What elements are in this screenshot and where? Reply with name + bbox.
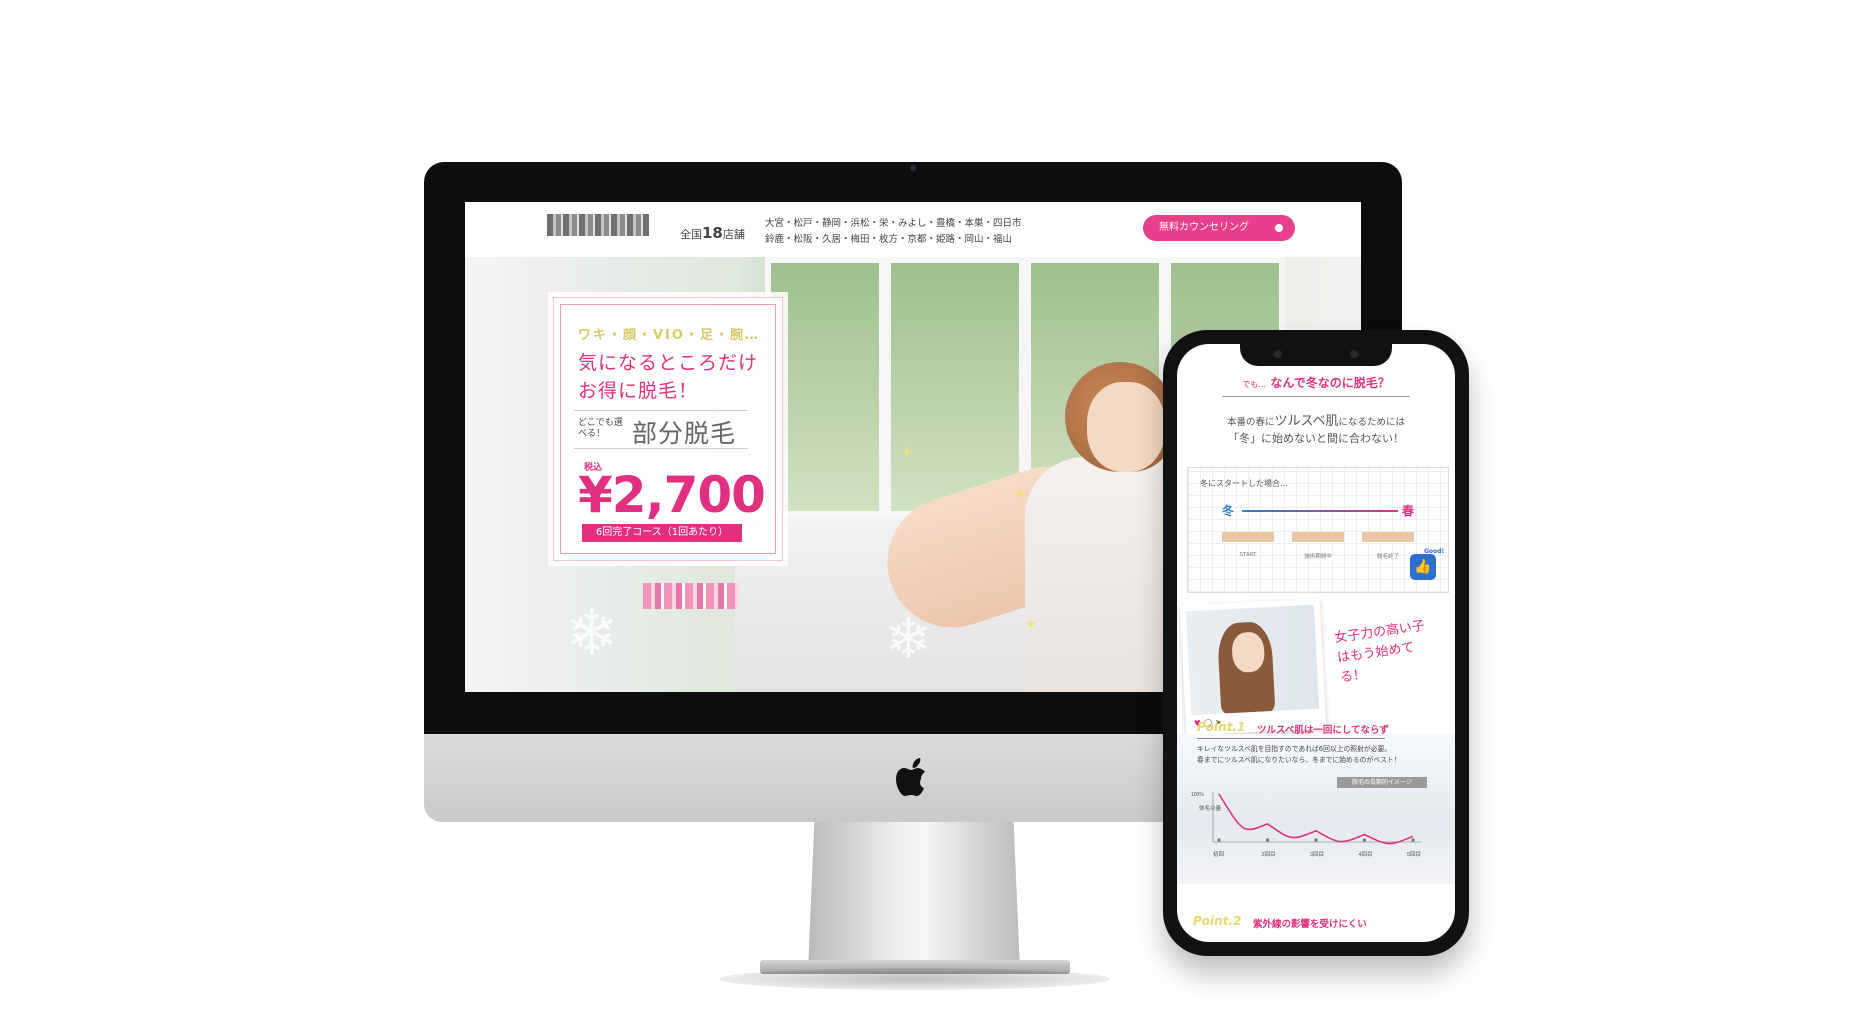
graph-x-label: 3回目 (1310, 851, 1324, 858)
window-pane (765, 257, 885, 517)
imac-stand (808, 822, 1020, 970)
photo-image (1185, 604, 1320, 716)
graph-y-label: 体毛の量 (1199, 804, 1222, 812)
hair-reduction-graph: 100% 体毛の量 初回 2回目 3回目 4回目 5回目 (1191, 792, 1421, 858)
mobile-heading: でも… なんで冬なのに脱毛？ (1177, 374, 1455, 391)
good-label: Good! (1424, 548, 1445, 555)
timeline-card: 冬にスタートした場合… 冬 春 START 施術期間中 脱毛終了 👍 Good! (1187, 467, 1449, 593)
divider (574, 410, 748, 411)
apple-logo-icon (896, 758, 925, 796)
promo-card: ワキ・顔・VIO・足・腕… 気になるところだけ お得に脱毛！ どこでも選べる！ … (553, 297, 783, 561)
heading-main: なんで冬なのに脱毛？ (1270, 376, 1390, 390)
store-count: 全国18店舗 (680, 224, 745, 242)
timeline-arrow (1242, 510, 1398, 512)
heading-small: でも… (1242, 380, 1267, 389)
graph-point (1217, 838, 1221, 842)
spring-label: 春 (1402, 504, 1415, 518)
site-logo[interactable] (547, 214, 649, 236)
store-count-prefix: 全国 (680, 228, 702, 241)
point1-text-line: キレイなツルスベ肌を目指すのであれば6回以上の照射が必要。 (1197, 745, 1392, 753)
point2-title: 紫外線の影響を受けにくい (1253, 919, 1367, 930)
skin-stage (1292, 532, 1344, 542)
divider (574, 448, 748, 449)
camera-icon (910, 165, 916, 171)
graph-y-top: 100% (1191, 792, 1204, 798)
instagram-photo: ♥ ◯ ➤ (1179, 598, 1327, 736)
point1-text-line: 春までにツルスベ肌になりたいなら、冬までに始めるのがベスト！ (1197, 756, 1401, 764)
snowflake-icon: ❄ (565, 597, 619, 671)
promo-parts: ワキ・顔・VIO・足・腕… (578, 328, 760, 343)
store-list-line: 大宮・松戸・静岡・浜松・栄・みよし・豊橋・本巣・四日市 (765, 218, 1022, 229)
graph-point (1411, 838, 1415, 842)
graph-line (1218, 793, 1414, 845)
promo-anywhere: どこでも選べる！ (578, 418, 623, 439)
camera-icon (1350, 350, 1358, 358)
stage-label: 施術期間中 (1304, 554, 1332, 560)
course-label: 6回完了コース（1回あたり） (582, 524, 742, 542)
mobile-screen: でも… なんで冬なのに脱毛？ 本番の春にツルスベ肌になるためには 「冬」に始めな… (1177, 344, 1455, 942)
divider (1222, 396, 1410, 397)
point1-label: Point.1 (1197, 720, 1246, 734)
sensor-icon (1274, 350, 1282, 358)
cta-label: 無料カウンセリング (1159, 222, 1249, 233)
handwritten-message: 女子力の高い子はもう始めてる！ (1333, 618, 1426, 686)
sparkle-icon: ✦ (1013, 487, 1025, 503)
point1-text: キレイなツルスベ肌を目指すのであれば6回以上の照射が必要。 春までにツルスベ肌に… (1197, 744, 1437, 766)
stand-shadow (720, 968, 1110, 990)
point2-label: Point.2 (1193, 914, 1242, 928)
store-count-number: 18 (702, 224, 723, 242)
winter-label: 冬 (1222, 504, 1235, 518)
free-counseling-button[interactable]: 無料カウンセリング (1143, 215, 1295, 241)
circle-icon (1275, 224, 1283, 232)
promo-headline-line2: お得に脱毛！ (578, 380, 699, 402)
sparkle-icon: ✦ (901, 445, 913, 461)
subtext-c: になるためには (1338, 417, 1406, 428)
graph-x-labels: 初回 2回目 3回目 4回目 5回目 (1213, 838, 1421, 858)
graph-point (1314, 838, 1318, 842)
divider (1197, 738, 1385, 739)
model-face (1087, 382, 1165, 472)
subtext-a: 本番の春に (1226, 417, 1275, 428)
subtext-b: ツルスベ肌 (1274, 414, 1339, 429)
graph-x-label: 2回目 (1262, 851, 1276, 858)
graph-x-label: 初回 (1213, 850, 1225, 858)
store-list-line: 鈴鹿・松阪・久居・梅田・枚方・京都・姫路・岡山・福山 (765, 234, 1013, 245)
snowflake-icon: ❄ (885, 607, 932, 672)
sparkle-icon: ✦ (1025, 617, 1037, 633)
promo-title: 部分脱毛 (632, 419, 737, 448)
promo-headline-line1: 気になるところだけ (578, 352, 759, 374)
mobile-subtext-2: 「冬」に始めないと間に合わない！ (1228, 432, 1404, 445)
price: ¥2,700 (578, 466, 766, 524)
point1-title: ツルスベ肌は一回にしてならず (1257, 725, 1389, 736)
skin-stage (1222, 532, 1274, 542)
stage-label: 脱毛終了 (1376, 554, 1399, 560)
stage-label: START (1239, 552, 1257, 558)
timeline-title: 冬にスタートした場合… (1200, 479, 1288, 488)
site-header: 全国18店舗 大宮・松戸・静岡・浜松・栄・みよし・豊橋・本巣・四日市 鈴鹿・松阪… (465, 202, 1361, 257)
graph-point (1362, 838, 1367, 842)
brand-watermark (643, 583, 739, 609)
skin-stage (1362, 532, 1414, 542)
graph-x-label: 5回目 (1407, 851, 1421, 858)
store-list: 大宮・松戸・静岡・浜松・栄・みよし・豊橋・本巣・四日市 鈴鹿・松阪・久居・梅田・… (765, 216, 1035, 248)
graph-point (1265, 838, 1270, 842)
model-face (1231, 631, 1266, 674)
thumbs-up-icon: 👍 (1410, 554, 1436, 580)
phone-notch (1240, 338, 1392, 366)
mobile-subtext: 本番の春にツルスベ肌になるためには (1177, 410, 1455, 429)
graph-x-label: 4回目 (1359, 851, 1373, 858)
store-count-suffix: 店舗 (722, 228, 745, 241)
